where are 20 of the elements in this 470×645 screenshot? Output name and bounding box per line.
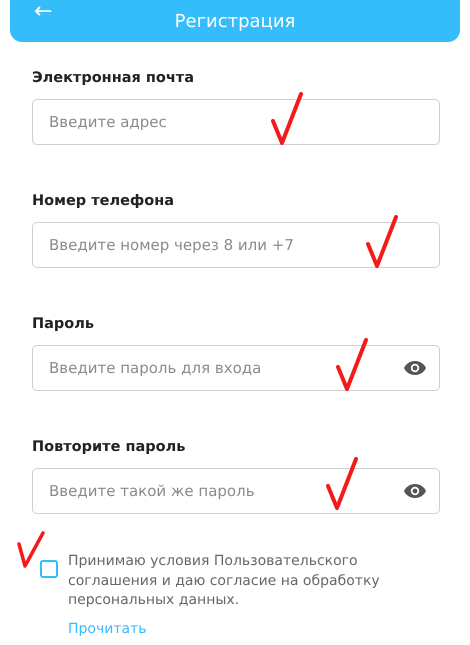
read-link[interactable]: Прочитать	[68, 620, 450, 636]
field-label: Электронная почта	[32, 70, 195, 86]
agreement-text: Принимаю условия Пользовательского соглашения и даю согласие на обработку персональных данных.	[68, 552, 381, 610]
back-button[interactable]: ←	[34, 0, 52, 24]
screen-title: Регистрация	[174, 10, 296, 32]
eye-icon[interactable]	[403, 483, 427, 499]
input-field[interactable]: Введите пароль для входа	[32, 345, 440, 391]
input-field[interactable]: Введите такой же пароль	[32, 468, 440, 514]
check-mark-drawing	[16, 530, 46, 570]
check-mark-drawing	[365, 214, 399, 270]
checkbox[interactable]	[40, 560, 58, 578]
input-field[interactable]: Введите номер через 8 или +7	[32, 222, 440, 268]
field-label: Пароль	[32, 316, 96, 332]
check-mark-drawing	[325, 456, 359, 512]
check-mark-drawing	[270, 91, 304, 147]
eye-icon[interactable]	[403, 360, 427, 376]
field-label: Повторите пароль	[32, 439, 186, 455]
field-label: Номер телефона	[32, 193, 176, 209]
input-field[interactable]: Введите адрес	[32, 99, 440, 145]
check-mark-drawing	[335, 337, 369, 393]
